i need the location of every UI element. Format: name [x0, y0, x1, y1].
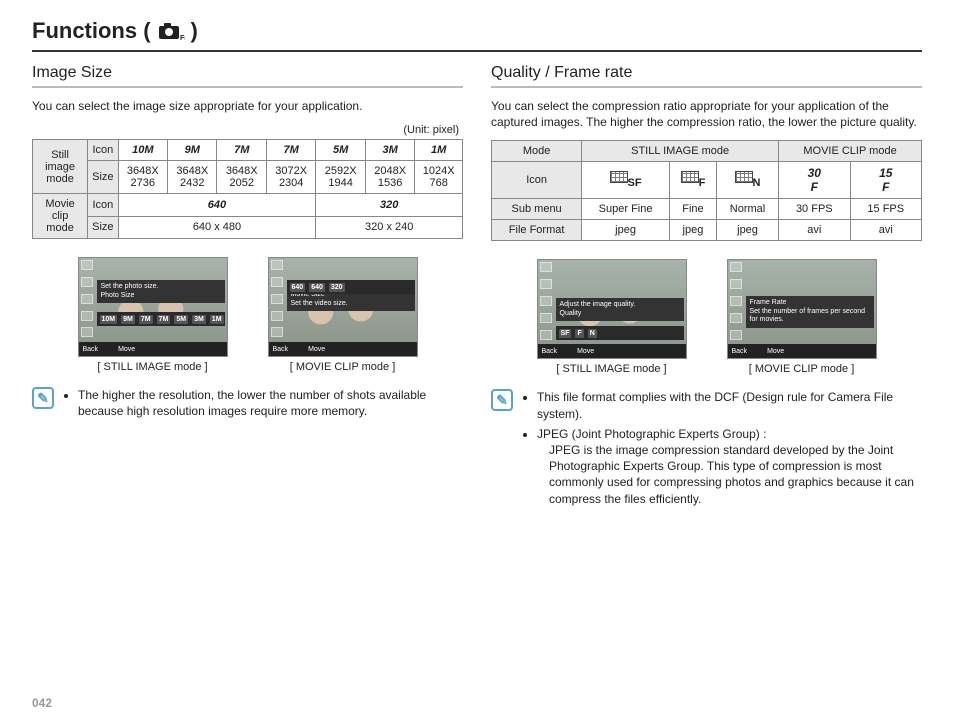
- movie-mode-header: MOVIE CLIP mode: [779, 141, 922, 162]
- side-icons: [81, 260, 95, 354]
- still-mode-label: Still image mode: [33, 140, 88, 194]
- submenu-val: Normal: [717, 199, 779, 220]
- right-column: Quality / Frame rate You can select the …: [491, 58, 922, 511]
- title-prefix: Functions (: [32, 18, 151, 44]
- camera-fn-icon: Fn: [157, 21, 185, 41]
- fileformat-val: avi: [850, 220, 922, 241]
- caption: [ STILL IMAGE mode ]: [97, 361, 207, 373]
- side-icons: [271, 260, 285, 354]
- side-icons: [540, 262, 554, 356]
- page-number: 042: [32, 696, 52, 710]
- quality-strip: SFFN: [556, 326, 684, 340]
- submenu-val: 15 FPS: [850, 199, 922, 220]
- image-size-intro: You can select the image size appropriat…: [32, 98, 463, 114]
- submenu-val: 30 FPS: [779, 199, 850, 220]
- still-size: 1024X 768: [415, 161, 463, 194]
- fileformat-val: jpeg: [582, 220, 670, 241]
- still-icon: 9M: [185, 144, 200, 156]
- fileformat-val: jpeg: [717, 220, 779, 241]
- footer-bar: Back Move: [269, 342, 417, 356]
- help-text: Set the photo size. Photo Size: [97, 280, 225, 303]
- icon-label: Icon: [88, 194, 118, 217]
- size-strip: 10M9M7M7M5M3M1M: [97, 312, 225, 326]
- quality-icon: F: [669, 162, 716, 199]
- still-size: 2592X 1944: [316, 161, 365, 194]
- image-size-table: Still image mode Icon 10M 9M 7M 7M 5M 3M…: [32, 139, 463, 239]
- note-icon: ✎: [32, 387, 54, 409]
- mode-label: Mode: [492, 141, 582, 162]
- movie-mode-screenshot: Movie Size Set the video size. 640640320…: [268, 257, 418, 357]
- unit-label: (Unit: pixel): [32, 124, 459, 136]
- fileformat-val: jpeg: [669, 220, 716, 241]
- note-icon: ✎: [491, 389, 513, 411]
- submenu-val: Fine: [669, 199, 716, 220]
- back-label: Back: [83, 346, 99, 353]
- back-label: Back: [542, 348, 558, 355]
- note-text: This file format complies with the DCF (…: [537, 389, 922, 421]
- still-icon: 3M: [382, 144, 397, 156]
- quality-still-screenshot: Adjust the image quality. Quality SFFN B…: [537, 259, 687, 359]
- still-icon: 5M: [333, 144, 348, 156]
- quality-icon: SF: [582, 162, 670, 199]
- icon-label: Icon: [88, 140, 118, 161]
- note-block: ✎ This file format complies with the DCF…: [491, 389, 922, 510]
- footer-bar: Back Move: [728, 344, 876, 358]
- caption: [ MOVIE CLIP mode ]: [749, 363, 855, 375]
- footer-bar: Back Move: [538, 344, 686, 358]
- fps-icon: 15F: [850, 162, 922, 199]
- page-title: Functions ( Fn ): [32, 18, 922, 52]
- footer-bar: Back Move: [79, 342, 227, 356]
- move-label: Move: [577, 348, 594, 355]
- image-size-heading: Image Size: [32, 58, 463, 88]
- svg-text:Fn: Fn: [180, 35, 185, 41]
- quality-intro: You can select the compression ratio app…: [491, 98, 922, 130]
- still-icon: 7M: [284, 144, 299, 156]
- still-size: 2048X 1536: [365, 161, 414, 194]
- quality-heading: Quality / Frame rate: [491, 58, 922, 88]
- still-icon: 7M: [234, 144, 249, 156]
- movie-icon: 320: [380, 199, 398, 211]
- help-text: Frame Rate Set the number of frames per …: [746, 296, 874, 327]
- movie-mode-label: Movie clip mode: [33, 194, 88, 239]
- title-suffix: ): [191, 18, 198, 44]
- size-label: Size: [88, 216, 118, 239]
- fileformat-label: File Format: [492, 220, 582, 241]
- movie-size: 320 x 240: [316, 216, 463, 239]
- movie-icon: 640: [208, 199, 226, 211]
- caption: [ STILL IMAGE mode ]: [556, 363, 666, 375]
- still-icon: 1M: [431, 144, 446, 156]
- fps-icon: 30F: [779, 162, 850, 199]
- caption: [ MOVIE CLIP mode ]: [290, 361, 396, 373]
- size-label: Size: [88, 161, 118, 194]
- move-label: Move: [308, 346, 325, 353]
- submenu-label: Sub menu: [492, 199, 582, 220]
- still-icon: 10M: [132, 144, 153, 156]
- size-strip: 640640320: [287, 280, 415, 294]
- side-icons: [730, 262, 744, 356]
- movie-size: 640 x 480: [118, 216, 316, 239]
- back-label: Back: [732, 348, 748, 355]
- icon-label: Icon: [492, 162, 582, 199]
- still-size: 3648X 2736: [118, 161, 167, 194]
- quality-table: Mode STILL IMAGE mode MOVIE CLIP mode Ic…: [491, 140, 922, 241]
- back-label: Back: [273, 346, 289, 353]
- still-mode-header: STILL IMAGE mode: [582, 141, 779, 162]
- left-column: Image Size You can select the image size…: [32, 58, 463, 511]
- help-text: Adjust the image quality. Quality: [556, 298, 684, 321]
- note-block: ✎ The higher the resolution, the lower t…: [32, 387, 463, 423]
- fileformat-val: avi: [779, 220, 850, 241]
- note-text: The higher the resolution, the lower the…: [78, 387, 463, 419]
- quality-movie-screenshot: Frame Rate Set the number of frames per …: [727, 259, 877, 359]
- note-text: JPEG (Joint Photographic Experts Group) …: [537, 426, 922, 507]
- still-size: 3072X 2304: [266, 161, 315, 194]
- quality-icon: N: [717, 162, 779, 199]
- still-mode-screenshot: Set the photo size. Photo Size 10M9M7M7M…: [78, 257, 228, 357]
- still-size: 3648X 2432: [168, 161, 217, 194]
- move-label: Move: [118, 346, 135, 353]
- submenu-val: Super Fine: [582, 199, 670, 220]
- move-label: Move: [767, 348, 784, 355]
- still-size: 3648X 2052: [217, 161, 266, 194]
